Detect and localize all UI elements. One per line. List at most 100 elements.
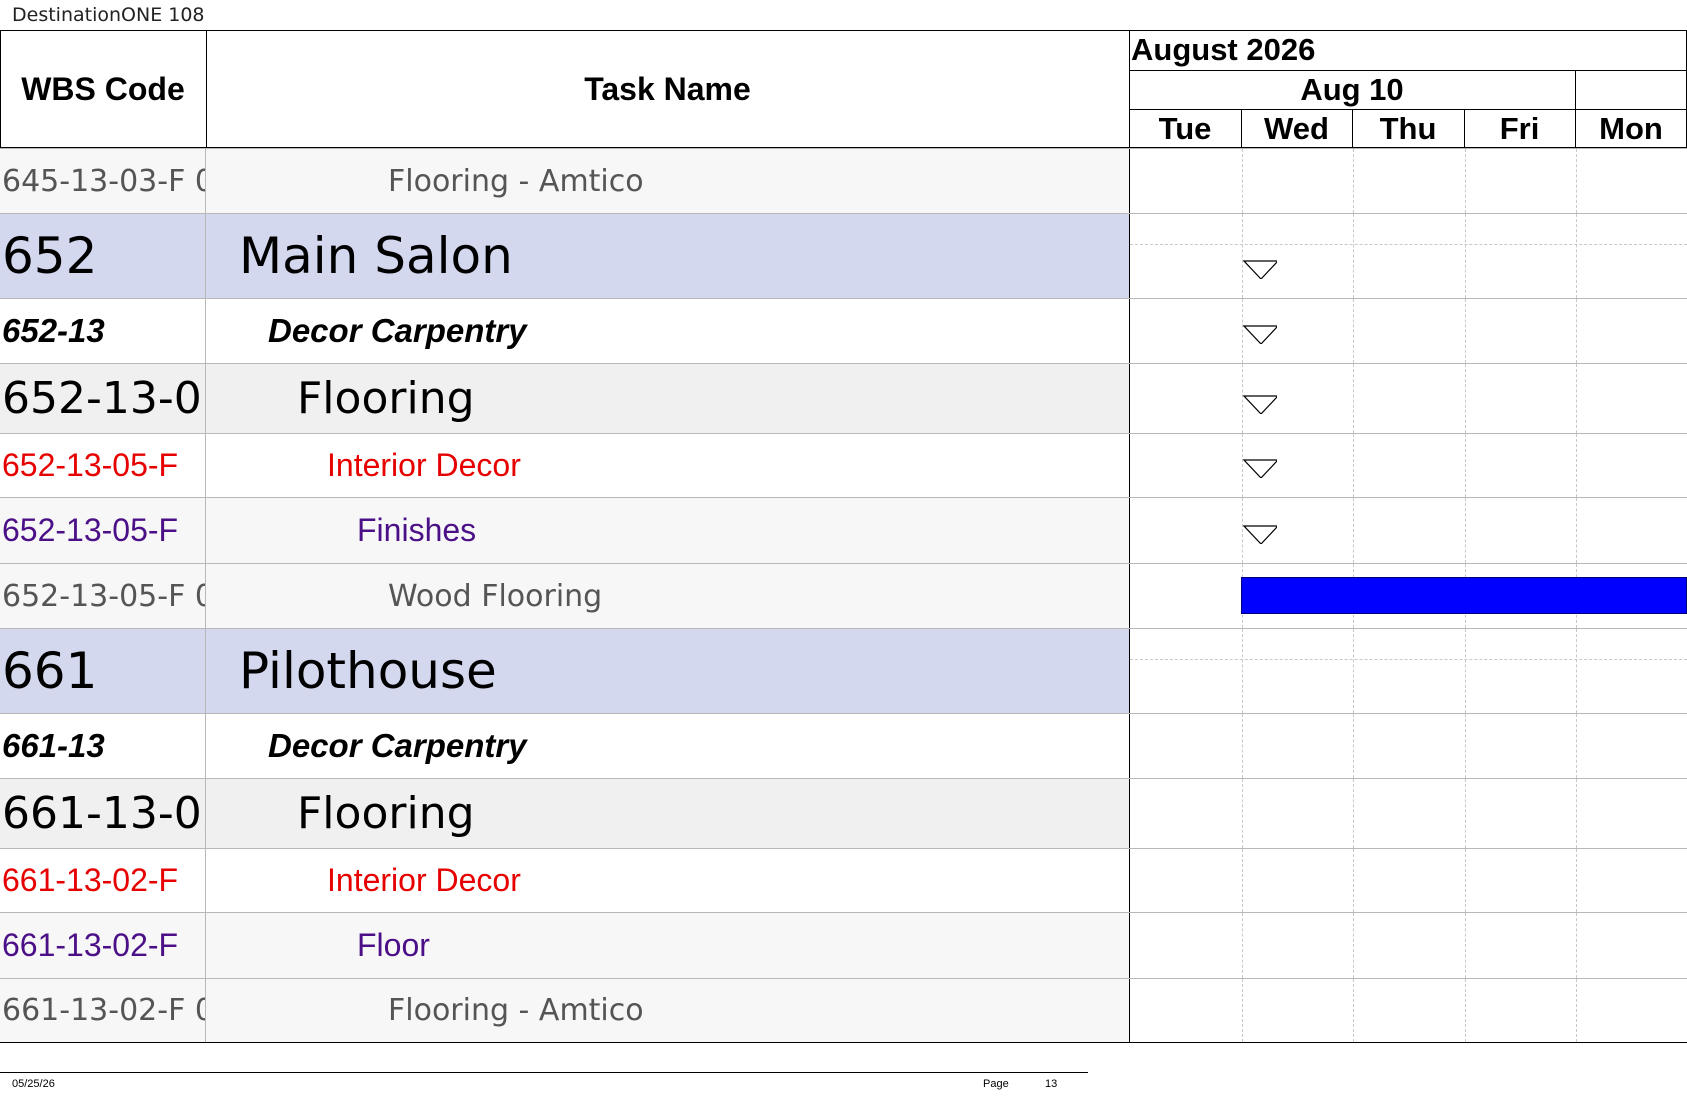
task-name-cell: Floor bbox=[206, 913, 1129, 978]
wbs-code-cell: 652 bbox=[0, 214, 206, 298]
gantt-day-gridline bbox=[1465, 779, 1466, 848]
gantt-day-gridline bbox=[1465, 364, 1466, 433]
gantt-day-gridline bbox=[1576, 364, 1577, 433]
gantt-day-gridline bbox=[1242, 714, 1243, 778]
gantt-cell bbox=[1129, 714, 1687, 778]
week-label: Aug 10 bbox=[1300, 71, 1404, 107]
wbs-code-cell: 661-13-02-F bbox=[0, 849, 206, 912]
gantt-cell bbox=[1129, 913, 1687, 978]
gantt-day-gridline bbox=[1353, 849, 1354, 912]
gantt-cell bbox=[1129, 149, 1687, 213]
gantt-day-gridline bbox=[1576, 913, 1577, 978]
day-label-fri: Fri bbox=[1499, 110, 1540, 146]
day-label-tue: Tue bbox=[1158, 110, 1212, 146]
table-row[interactable]: 652-13-05Flooring bbox=[0, 363, 1687, 433]
table-row[interactable]: 652-13 Decor Carpentry bbox=[0, 298, 1687, 363]
task-name-cell: Main Salon bbox=[206, 214, 1129, 298]
gantt-day-gridline bbox=[1465, 849, 1466, 912]
gantt-cell bbox=[1129, 299, 1687, 363]
day-label-mon: Mon bbox=[1599, 110, 1663, 146]
summary-milestone-icon[interactable] bbox=[1243, 324, 1277, 344]
wbs-code-cell: 661 bbox=[0, 629, 206, 713]
gantt-day-gridline bbox=[1465, 629, 1466, 713]
gantt-day-gridline bbox=[1465, 299, 1466, 363]
footer-date: 05/25/26 bbox=[12, 1078, 55, 1090]
gantt-day-gridline bbox=[1353, 913, 1354, 978]
gantt-day-gridline bbox=[1242, 979, 1243, 1042]
day-label-wed: Wed bbox=[1264, 110, 1329, 146]
gantt-day-gridline bbox=[1576, 214, 1577, 298]
wbs-code-cell: 661-13-02-F 01 bbox=[0, 979, 206, 1042]
wbs-code-cell: 661-13 bbox=[0, 714, 206, 778]
summary-milestone-icon[interactable] bbox=[1243, 524, 1277, 544]
gantt-day-gridline bbox=[1242, 149, 1243, 213]
footer-page-number: 13 bbox=[1045, 1078, 1058, 1090]
gantt-day-gridline bbox=[1353, 629, 1354, 713]
task-name-cell: Wood Flooring bbox=[206, 564, 1129, 628]
gantt-day-gridline bbox=[1353, 214, 1354, 298]
table-row[interactable]: 661 Pilothouse bbox=[0, 628, 1687, 713]
gantt-day-gridline bbox=[1353, 779, 1354, 848]
task-name-cell: Finishes bbox=[206, 498, 1129, 563]
summary-milestone-icon[interactable] bbox=[1243, 259, 1277, 279]
day-label-thu: Thu bbox=[1379, 110, 1437, 146]
wbs-code-cell: 661-13-02-F bbox=[0, 913, 206, 978]
table-row[interactable]: 661-13-02-F Floor bbox=[0, 912, 1687, 978]
wbs-code-cell: 652-13-05-F bbox=[0, 434, 206, 497]
table-row[interactable]: 661-13-02-F 01Flooring - Amtico bbox=[0, 978, 1687, 1043]
gantt-day-gridline bbox=[1576, 979, 1577, 1042]
gantt-day-gridline bbox=[1576, 299, 1577, 363]
gantt-day-gridline bbox=[1576, 149, 1577, 213]
gantt-row-gridline bbox=[1130, 244, 1687, 245]
task-name-cell: Interior Decor bbox=[206, 849, 1129, 912]
gantt-day-gridline bbox=[1465, 714, 1466, 778]
gantt-cell bbox=[1129, 498, 1687, 563]
table-row[interactable]: 661-13-02Flooring bbox=[0, 778, 1687, 848]
wbs-code-cell: 652-13 bbox=[0, 299, 206, 363]
gantt-row-gridline bbox=[1130, 659, 1687, 660]
wbs-code-cell: 645-13-03-F 01 bbox=[0, 149, 206, 213]
wbs-code-header[interactable]: WBS Code bbox=[0, 30, 206, 148]
table-header: WBS Code Task Name August 2026 Aug 10 Tu… bbox=[0, 30, 1687, 148]
footer-divider bbox=[0, 1072, 1088, 1073]
table-row[interactable]: 645-13-03-F 01Flooring - Amtico bbox=[0, 148, 1687, 213]
table-row[interactable]: 652 Main Salon bbox=[0, 213, 1687, 298]
gantt-cell bbox=[1129, 364, 1687, 433]
gantt-day-gridline bbox=[1242, 913, 1243, 978]
gantt-cell bbox=[1129, 214, 1687, 298]
gantt-day-gridline bbox=[1353, 979, 1354, 1042]
wbs-code-cell: 652-13-05 bbox=[0, 364, 206, 433]
gantt-day-gridline bbox=[1242, 849, 1243, 912]
gantt-day-gridline bbox=[1353, 149, 1354, 213]
wbs-code-cell: 661-13-02 bbox=[0, 779, 206, 848]
task-name-cell: Flooring - Amtico bbox=[206, 979, 1129, 1042]
task-name-cell: Decor Carpentry bbox=[206, 299, 1129, 363]
gantt-day-gridline bbox=[1576, 714, 1577, 778]
table-row[interactable]: 661-13-02-F Interior Decor bbox=[0, 848, 1687, 912]
task-name-header[interactable]: Task Name bbox=[206, 30, 1129, 148]
gantt-cell bbox=[1129, 434, 1687, 497]
gantt-day-gridline bbox=[1576, 779, 1577, 848]
task-name-cell: Decor Carpentry bbox=[206, 714, 1129, 778]
gantt-day-gridline bbox=[1465, 149, 1466, 213]
document-title: DestinationONE 108 bbox=[12, 4, 205, 26]
summary-milestone-icon[interactable] bbox=[1243, 458, 1277, 478]
gantt-day-gridline bbox=[1353, 434, 1354, 497]
footer-page-label: Page bbox=[983, 1078, 1009, 1090]
gantt-day-gridline bbox=[1353, 299, 1354, 363]
summary-milestone-icon[interactable] bbox=[1243, 394, 1277, 414]
table-row[interactable]: 652-13-05-F Interior Decor bbox=[0, 433, 1687, 497]
table-row[interactable]: 661-13 Decor Carpentry bbox=[0, 713, 1687, 778]
gantt-cell bbox=[1129, 979, 1687, 1042]
gantt-day-gridline bbox=[1353, 364, 1354, 433]
task-name-cell: Flooring bbox=[206, 779, 1129, 848]
gantt-cell bbox=[1129, 629, 1687, 713]
task-name-cell: Flooring bbox=[206, 364, 1129, 433]
wbs-code-cell: 652-13-05-F bbox=[0, 498, 206, 563]
table-row[interactable]: 652-13-05-F Finishes bbox=[0, 497, 1687, 563]
gantt-day-gridline bbox=[1242, 629, 1243, 713]
gantt-day-gridline bbox=[1242, 214, 1243, 298]
task-name-cell: Pilothouse bbox=[206, 629, 1129, 713]
table-row[interactable]: 652-13-05-F 01Wood Flooring bbox=[0, 563, 1687, 628]
task-bar[interactable] bbox=[1241, 577, 1687, 614]
